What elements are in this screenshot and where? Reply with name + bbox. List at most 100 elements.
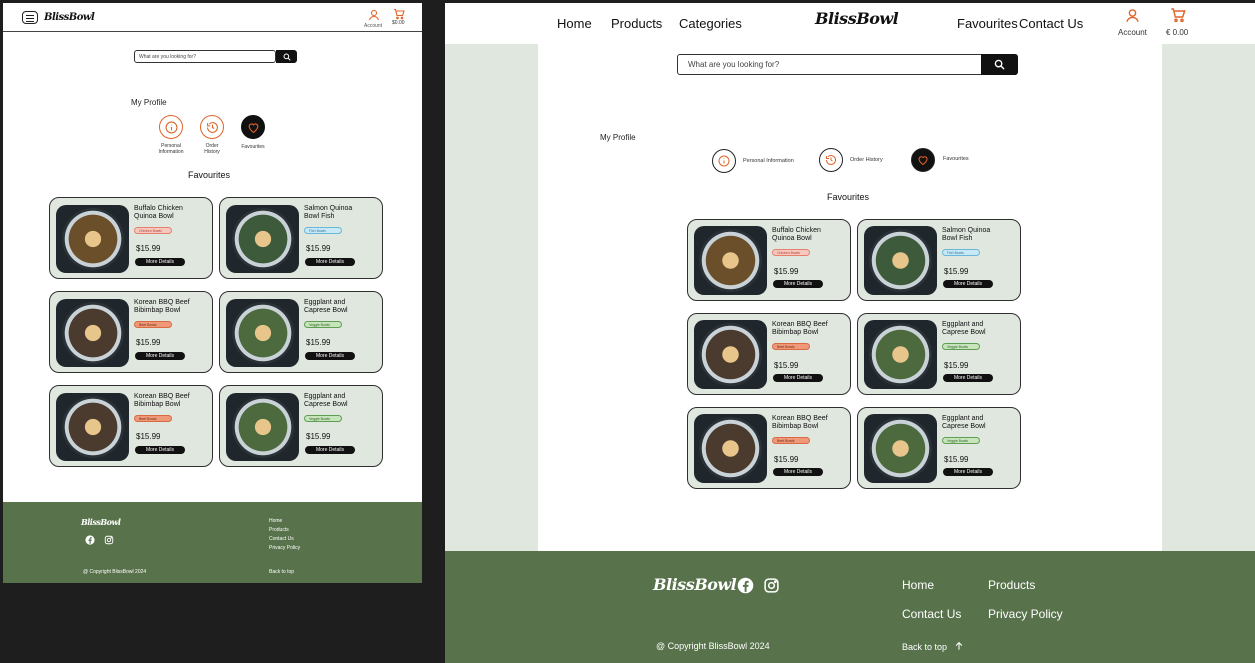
category-tag: Veggie Bowls xyxy=(942,343,980,350)
category-tag-label: Chicken Bowls xyxy=(139,228,162,233)
product-name[interactable]: Eggplant and Caprese Bowl xyxy=(304,393,348,409)
product-name[interactable]: Buffalo Chicken Quinoa Bowl xyxy=(772,227,821,243)
product-name[interactable]: Buffalo Chicken Quinoa Bowl xyxy=(134,205,183,221)
search-button[interactable] xyxy=(981,54,1018,75)
product-name[interactable]: Salmon Quinoa Bowl Fish xyxy=(304,205,352,221)
product-name[interactable]: Korean BBQ Beef Bibimbap Bowl xyxy=(772,321,828,337)
nav-favourites[interactable]: Favourites xyxy=(957,16,1018,31)
category-tag: Veggie Bowls xyxy=(942,437,980,444)
product-card[interactable]: Buffalo Chicken Quinoa Bowl Chicken Bowls $… xyxy=(49,197,213,279)
category-tag-label: Veggie Bowls xyxy=(947,438,969,443)
product-card[interactable]: Salmon Quinoa Bowl Fish Fish Bowls $15.99 Mo… xyxy=(219,197,383,279)
product-price: $15.99 xyxy=(774,455,799,464)
personal-info-button[interactable] xyxy=(159,115,183,139)
product-price: $15.99 xyxy=(306,338,331,347)
footer-logo[interactable]: BlissBowl xyxy=(81,517,121,527)
product-card[interactable]: Eggplant and Caprese Bowl Veggie Bowls $15.… xyxy=(857,407,1021,489)
more-details-button[interactable]: More Details xyxy=(305,446,355,454)
product-image xyxy=(56,299,129,367)
back-to-top-link[interactable]: Back to top xyxy=(902,641,964,652)
more-details-button[interactable]: More Details xyxy=(943,374,993,382)
product-price: $15.99 xyxy=(944,361,969,370)
category-tag: Beef Bowls xyxy=(134,415,172,422)
profile-title: My Profile xyxy=(600,133,636,142)
account-icon[interactable] xyxy=(1125,8,1140,28)
product-card[interactable]: Eggplant and Caprese Bowl Veggie Bowls $15.… xyxy=(219,385,383,467)
nav-contact[interactable]: Contact Us xyxy=(1019,16,1083,31)
back-to-top-link[interactable]: Back to top xyxy=(269,569,294,575)
footer-link-privacy[interactable]: Privacy Policy xyxy=(988,607,1063,621)
more-details-button[interactable]: More Details xyxy=(943,468,993,476)
product-card[interactable]: Korean BBQ Beef Bibimbap Bowl Beef Bowls $1… xyxy=(49,291,213,373)
more-details-button[interactable]: More Details xyxy=(305,258,355,266)
product-name[interactable]: Korean BBQ Beef Bibimbap Bowl xyxy=(134,393,190,409)
logo[interactable]: BlissBowl xyxy=(815,9,899,28)
more-details-button[interactable]: More Details xyxy=(135,446,185,454)
product-card[interactable]: Korean BBQ Beef Bibimbap Bowl Beef Bowls $1… xyxy=(49,385,213,467)
logo[interactable]: BlissBowl xyxy=(44,12,95,23)
search-input[interactable]: What are you looking for? xyxy=(134,50,276,63)
design-canvas: BlissBowl Account $0.00 What are you loo… xyxy=(0,0,1255,663)
favourites-button[interactable] xyxy=(241,115,265,139)
mobile-header: BlissBowl Account $0.00 xyxy=(3,3,422,32)
more-details-button[interactable]: More Details xyxy=(943,280,993,288)
account-label[interactable]: Account xyxy=(1118,28,1147,37)
copyright: @ Copyright BlissBowl 2024 xyxy=(656,641,770,651)
more-details-button[interactable]: More Details xyxy=(773,280,823,288)
product-name[interactable]: Eggplant and Caprese Bowl xyxy=(942,321,986,337)
search-button[interactable] xyxy=(276,50,297,63)
more-details-button[interactable]: More Details xyxy=(135,352,185,360)
favourites-label: Favourites xyxy=(943,156,969,162)
instagram-icon[interactable] xyxy=(104,535,114,545)
personal-info-button[interactable] xyxy=(712,149,736,173)
hamburger-menu-icon[interactable] xyxy=(22,11,38,24)
footer-link-contact[interactable]: Contact Us xyxy=(269,536,294,542)
more-details-button[interactable]: More Details xyxy=(135,258,185,266)
more-details-button[interactable]: More Details xyxy=(773,468,823,476)
heart-icon xyxy=(918,156,928,166)
more-details-button[interactable]: More Details xyxy=(773,374,823,382)
footer-link-contact[interactable]: Contact Us xyxy=(902,607,961,621)
product-name[interactable]: Korean BBQ Beef Bibimbap Bowl xyxy=(772,415,828,431)
product-name[interactable]: Salmon Quinoa Bowl Fish xyxy=(942,227,990,243)
copyright: @ Copyright BlissBowl 2024 xyxy=(83,569,147,575)
favourites-title: Favourites xyxy=(827,192,870,202)
product-card[interactable]: Buffalo Chicken Quinoa Bowl Chicken Bowls $… xyxy=(687,219,851,301)
facebook-icon[interactable] xyxy=(737,577,754,594)
footer-link-privacy[interactable]: Privacy Policy xyxy=(269,545,300,551)
category-tag: Veggie Bowls xyxy=(304,321,342,328)
nav-home[interactable]: Home xyxy=(557,16,592,31)
product-name[interactable]: Eggplant and Caprese Bowl xyxy=(304,299,348,315)
footer-link-home[interactable]: Home xyxy=(902,578,934,592)
product-card[interactable]: Eggplant and Caprese Bowl Veggie Bowls $15.… xyxy=(219,291,383,373)
profile-title: My Profile xyxy=(131,98,167,107)
more-details-button[interactable]: More Details xyxy=(305,352,355,360)
product-card[interactable]: Salmon Quinoa Bowl Fish Fish Bowls $15.99 Mo… xyxy=(857,219,1021,301)
facebook-icon[interactable] xyxy=(85,535,95,545)
product-card[interactable]: Korean BBQ Beef Bibimbap Bowl Beef Bowls $1… xyxy=(687,313,851,395)
product-name[interactable]: Korean BBQ Beef Bibimbap Bowl xyxy=(134,299,190,315)
nav-products[interactable]: Products xyxy=(611,16,662,31)
nav-categories[interactable]: Categories xyxy=(679,16,742,31)
cart-icon[interactable] xyxy=(1170,7,1186,28)
product-card[interactable]: Eggplant and Caprese Bowl Veggie Bowls $15.… xyxy=(857,313,1021,395)
search-input[interactable]: What are you looking for? xyxy=(677,54,983,75)
product-price: $15.99 xyxy=(136,338,161,347)
footer-logo[interactable]: BlissBowl xyxy=(653,575,737,594)
category-tag: Beef Bowls xyxy=(772,343,810,350)
category-tag-label: Beef Bowls xyxy=(139,322,157,327)
order-history-button[interactable] xyxy=(819,148,843,172)
footer-link-home[interactable]: Home xyxy=(269,518,282,524)
order-history-button[interactable] xyxy=(200,115,224,139)
footer-link-products[interactable]: Products xyxy=(269,527,289,533)
account-label[interactable]: Account xyxy=(364,23,382,29)
favourites-button[interactable] xyxy=(911,148,935,172)
footer-link-products[interactable]: Products xyxy=(988,578,1035,592)
product-name[interactable]: Eggplant and Caprese Bowl xyxy=(942,415,986,431)
category-tag: Beef Bowls xyxy=(134,321,172,328)
instagram-icon[interactable] xyxy=(763,577,780,594)
heart-icon xyxy=(248,122,258,133)
product-card[interactable]: Korean BBQ Beef Bibimbap Bowl Beef Bowls $1… xyxy=(687,407,851,489)
order-history-label: Order History xyxy=(204,143,220,155)
product-image xyxy=(226,299,299,367)
